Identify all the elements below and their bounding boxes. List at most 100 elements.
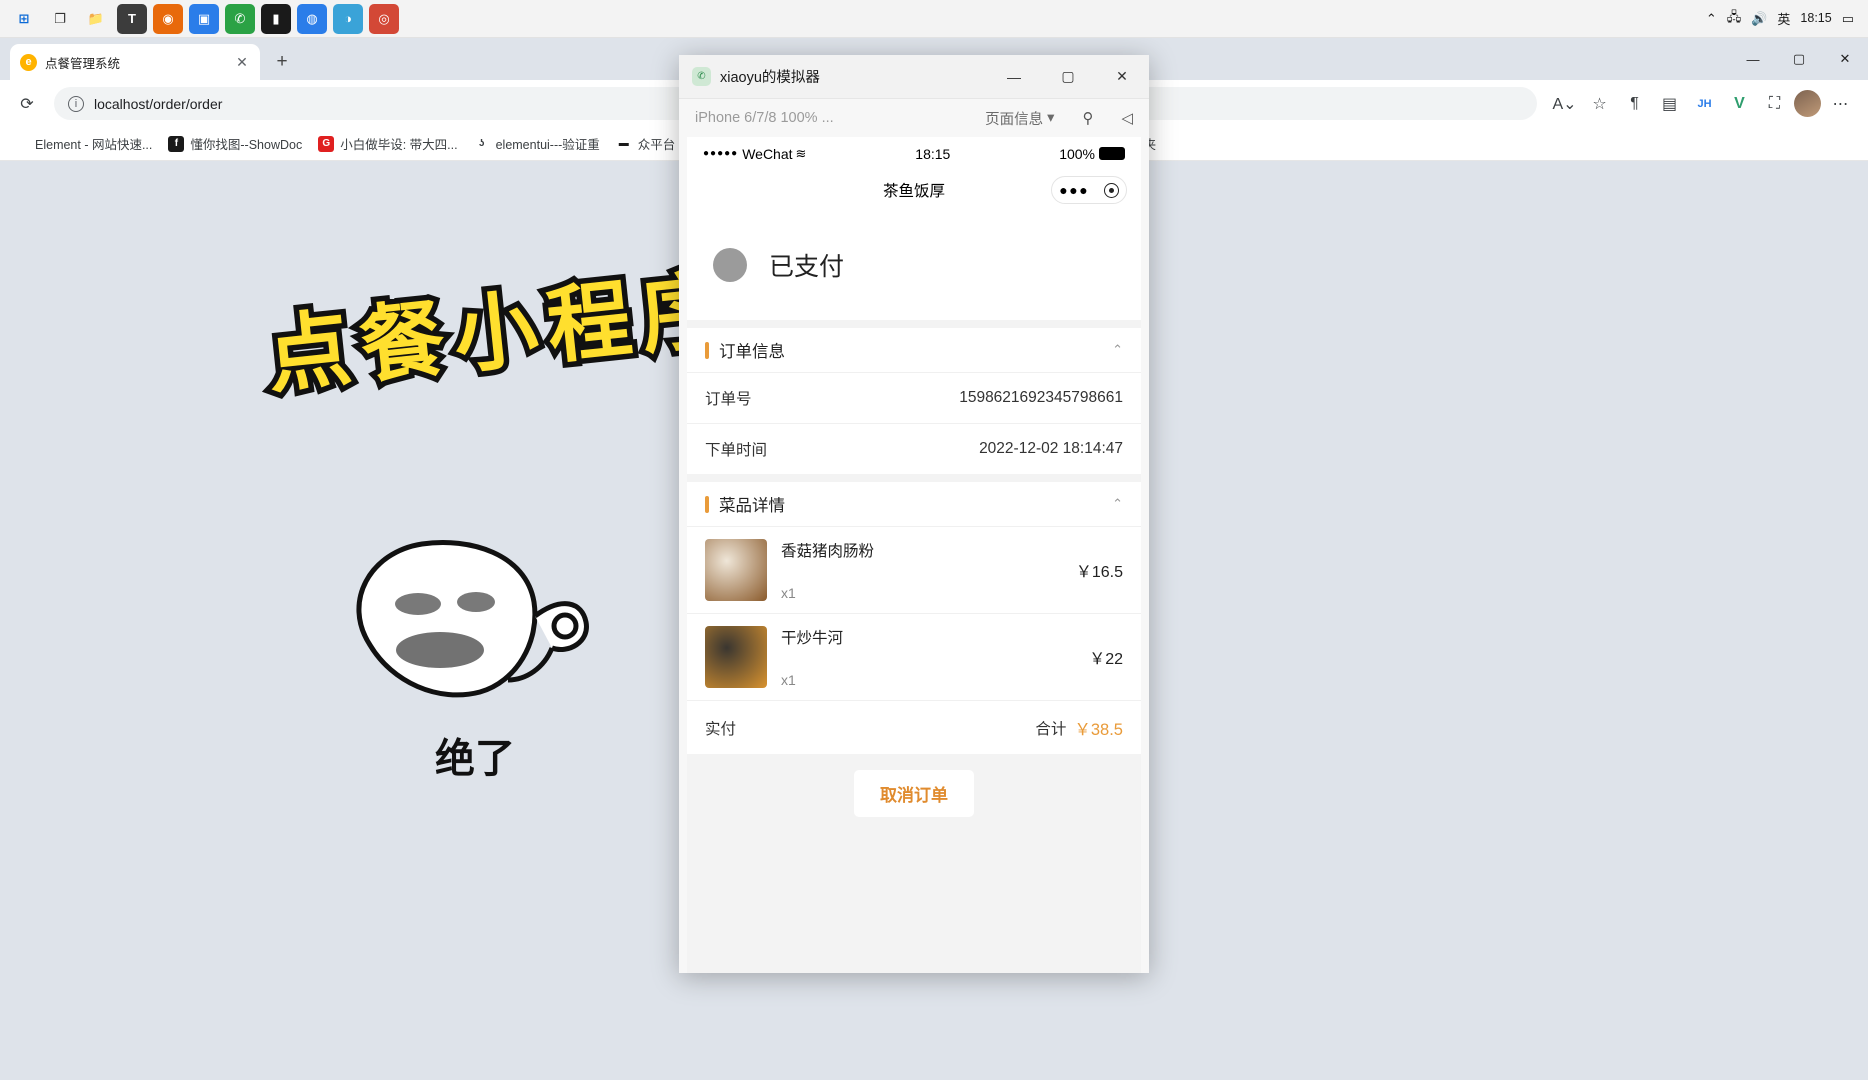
dish-item: 香菇猪肉肠粉 x1 ￥16.5: [687, 526, 1141, 613]
site-info-icon[interactable]: i: [68, 95, 84, 112]
app-icon-edge[interactable]: ◑: [333, 3, 363, 34]
bookmark-item[interactable]: G 小白做毕设: 带大四...: [311, 130, 464, 157]
total-amount: ￥38.5: [1074, 720, 1123, 739]
app-icon-store[interactable]: ▣: [189, 3, 219, 34]
tray-notification-icon[interactable]: ▭: [1842, 11, 1854, 27]
bookmark-item[interactable]: f 懂你找图--ShowDoc: [161, 130, 309, 157]
simulator-window-title: xiaoyu的模拟器: [720, 70, 820, 86]
maximize-button[interactable]: ▢: [1776, 38, 1822, 80]
wechat-capsule-button[interactable]: ●●●: [1051, 176, 1127, 204]
window-controls: — ▢ ✕: [1730, 38, 1868, 80]
mini-program-nav-bar: 茶鱼饭厚 ●●●: [687, 170, 1141, 210]
tray-chevron-up-icon[interactable]: ⌃: [1706, 11, 1717, 27]
tab-favicon: e: [20, 53, 37, 71]
meme-face-label: 绝了: [435, 736, 515, 782]
dish-thumbnail: [705, 626, 767, 688]
battery-icon: [1099, 147, 1125, 160]
read-aloud-icon[interactable]: A⌄: [1549, 89, 1580, 119]
extension-jh-icon[interactable]: JH: [1689, 89, 1720, 119]
payment-summary-row: 实付 合计 ￥38.5: [687, 700, 1141, 754]
battery-indicator: 100%: [1059, 146, 1125, 162]
browser-tab[interactable]: e 点餐管理系统 ✕: [10, 44, 260, 80]
app-icon-explorer[interactable]: 📁: [81, 4, 111, 34]
bookmark-label: 小白做毕设: 带大四...: [340, 138, 458, 152]
tray-ime-icon[interactable]: 英: [1777, 9, 1790, 28]
simulator-device-selector[interactable]: iPhone 6/7/8 100% ...: [695, 110, 985, 126]
tab-label: 点餐管理系统: [45, 56, 121, 71]
fullscreen-toolbar-icon[interactable]: ⛶: [1759, 89, 1790, 119]
battery-percent: 100%: [1059, 145, 1095, 162]
simulator-maximize-button[interactable]: ▢: [1041, 55, 1095, 99]
order-detail-page: 已支付 订单信息 ⌃ 订单号 1598621692345798661 下单时间 202…: [687, 210, 1141, 973]
pin-icon[interactable]: ⚲: [1082, 109, 1093, 127]
capsule-more-icon[interactable]: ●●●: [1059, 182, 1089, 198]
tray-clock[interactable]: 18:15: [1800, 11, 1831, 25]
app-icon-devtool[interactable]: ◎: [369, 3, 399, 34]
bookmark-label: 众平台: [637, 138, 676, 152]
order-info-card: 订单信息 ⌃ 订单号 1598621692345798661 下单时间 2022-12…: [687, 320, 1141, 474]
tab-close-icon[interactable]: ✕: [234, 54, 250, 71]
app-icon-chrome[interactable]: ◍: [297, 3, 327, 34]
phone-status-bar: ●●●●● WeChat ≋ 18:15 100%: [687, 137, 1141, 170]
split-screen-icon[interactable]: ▤: [1654, 89, 1685, 119]
simulator-close-button[interactable]: ✕: [1095, 55, 1149, 99]
order-info-key: 下单时间: [705, 442, 768, 459]
close-button[interactable]: ✕: [1822, 38, 1868, 80]
total-label: 合计: [1035, 720, 1067, 738]
tray-network-icon[interactable]: 🖧: [1727, 8, 1742, 30]
bookmark-item[interactable]: ▬ 众平台: [609, 130, 683, 157]
taskbar-app-list: ⊞ ❐ 📁 T ◉ ▣ ✆ ▮ ◍ ◑ ◎: [6, 3, 402, 34]
simulator-minimize-button[interactable]: —: [987, 55, 1041, 99]
task-view-icon[interactable]: ❐: [45, 4, 75, 34]
windows-start-icon[interactable]: ⊞: [9, 4, 39, 34]
order-status-card: 已支付: [687, 210, 1141, 320]
address-bar-actions: A⌄ ☆ ¶ ▤ JH V ⛶ ⋯: [1549, 89, 1856, 119]
dish-quantity: x1: [781, 585, 796, 601]
bookmark-item[interactable]: ʖ elementui---验证重: [467, 130, 607, 157]
order-status-block: 已支付: [687, 210, 1141, 320]
tray-sound-icon[interactable]: 🔊: [1751, 11, 1767, 27]
collections-icon[interactable]: ¶: [1619, 89, 1650, 119]
simulator-sub-bar: iPhone 6/7/8 100% ... 页面信息 ▾ ⚲ ◁: [679, 99, 1149, 137]
minimize-button[interactable]: —: [1730, 38, 1776, 80]
bookmark-item[interactable]: Element - 网站快速...: [6, 130, 159, 157]
mute-icon[interactable]: ◁: [1121, 109, 1133, 127]
order-info-key: 订单号: [705, 391, 752, 408]
bookmark-favicon: f: [168, 135, 185, 152]
capsule-close-icon[interactable]: [1103, 182, 1119, 198]
order-info-value: 2022-12-02 18:14:47: [979, 440, 1123, 457]
favorite-icon[interactable]: ☆: [1584, 89, 1615, 119]
cancel-order-button[interactable]: 取消订单: [854, 770, 974, 817]
order-info-section-header[interactable]: 订单信息 ⌃: [687, 320, 1141, 372]
dish-section-title: 菜品详情: [719, 497, 785, 515]
cancel-order-area: 取消订单: [687, 754, 1141, 839]
wechat-simulator-window: ✆ xiaoyu的模拟器 — ▢ ✕ iPhone 6/7/8 100% ...…: [679, 55, 1149, 973]
paid-label: 实付: [705, 720, 737, 738]
dish-name: 香菇猪肉肠粉: [781, 543, 875, 560]
dish-section-header[interactable]: 菜品详情 ⌃: [687, 474, 1141, 526]
carrier-label: WeChat: [742, 145, 793, 162]
app-icon-wechat[interactable]: ✆: [225, 3, 255, 34]
dish-quantity: x1: [781, 672, 796, 688]
profile-avatar[interactable]: [1794, 90, 1821, 117]
chevron-up-icon[interactable]: ⌃: [1112, 342, 1123, 358]
new-tab-button[interactable]: +: [268, 48, 296, 76]
page-info-caret-icon[interactable]: ▾: [1047, 110, 1054, 126]
section-accent-bar: [705, 341, 709, 359]
more-menu-icon[interactable]: ⋯: [1825, 89, 1856, 119]
app-icon-terminal[interactable]: ▮: [261, 3, 291, 34]
simulator-title-bar: ✆ xiaoyu的模拟器 — ▢ ✕: [679, 55, 1149, 99]
extension-v-icon[interactable]: V: [1724, 89, 1755, 119]
dish-name: 干炒牛河: [781, 630, 844, 647]
phone-viewport: ●●●●● WeChat ≋ 18:15 100% 茶鱼饭厚 ●●● 已支付 订…: [687, 137, 1141, 973]
dish-text-block: 干炒牛河 x1: [781, 626, 1075, 688]
bookmark-favicon: [13, 136, 29, 152]
wechat-devtools-icon: ✆: [692, 67, 711, 86]
simulator-window-controls: — ▢ ✕: [987, 55, 1149, 99]
dish-detail-card: 菜品详情 ⌃ 香菇猪肉肠粉 x1 ￥16.5 干炒牛河 x1 ￥22 实付 合计 ￥38.…: [687, 474, 1141, 754]
app-icon-firefox[interactable]: ◉: [153, 3, 183, 34]
chevron-up-icon[interactable]: ⌃: [1112, 496, 1123, 512]
page-info-label[interactable]: 页面信息: [985, 108, 1043, 129]
reload-icon[interactable]: ⟳: [12, 89, 42, 119]
app-icon-typora[interactable]: T: [117, 3, 147, 34]
